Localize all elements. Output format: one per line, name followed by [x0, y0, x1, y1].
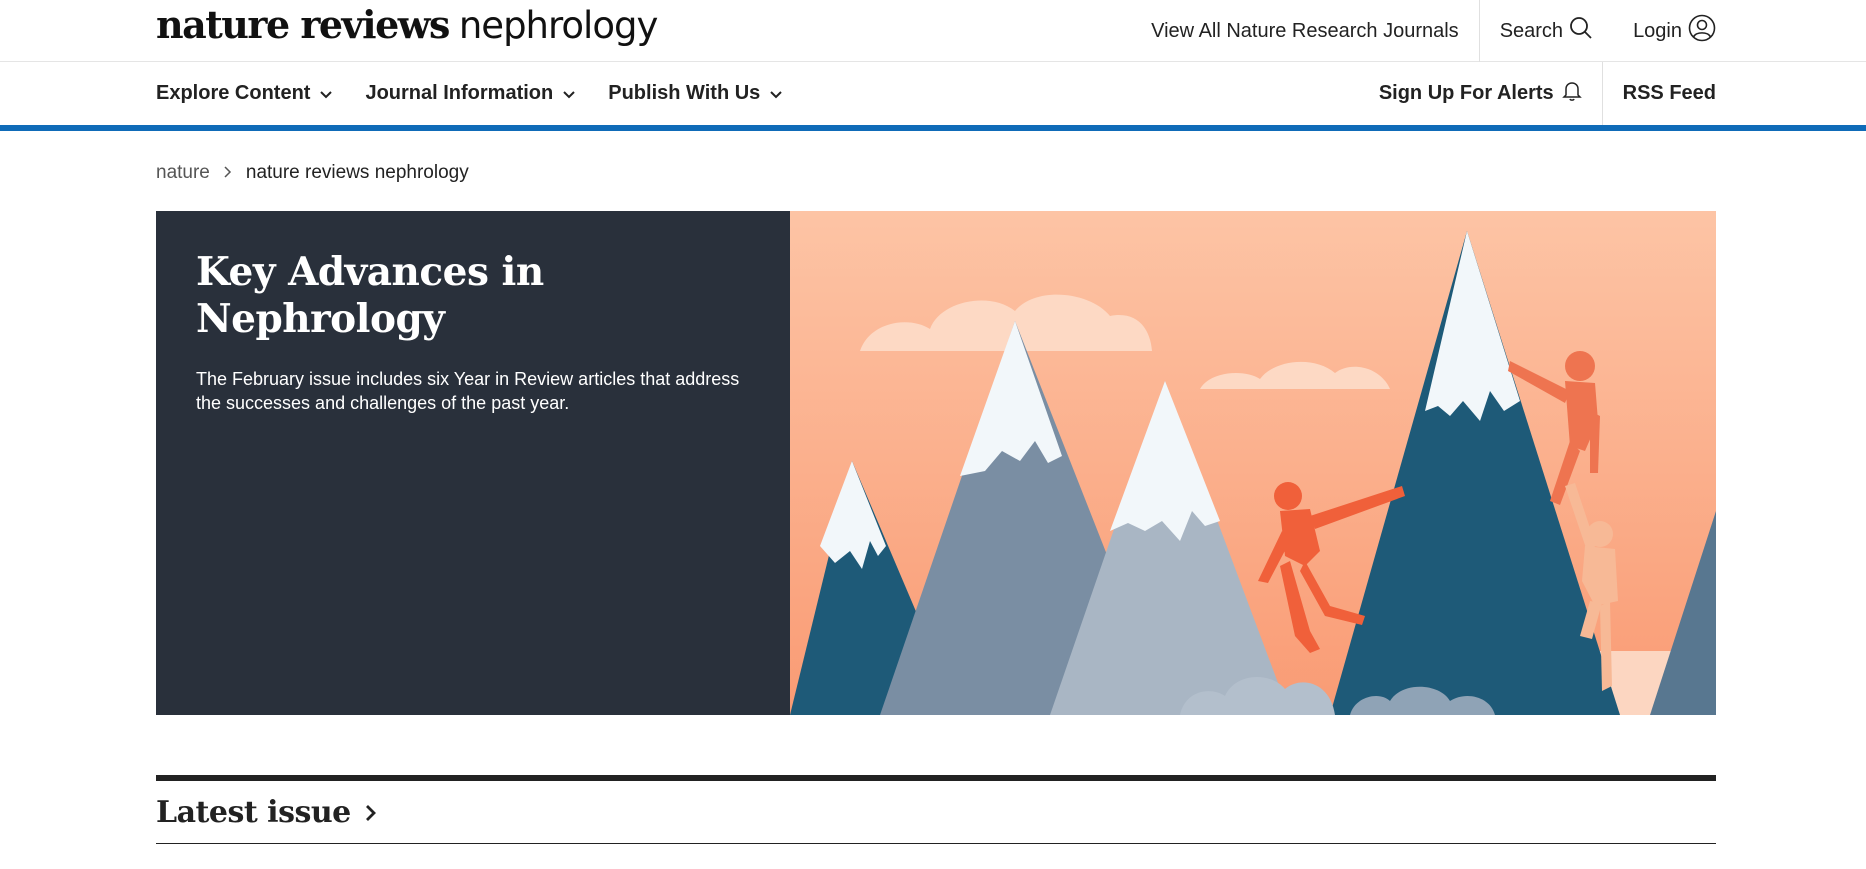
chevron-right-icon	[224, 162, 232, 184]
hero-description: The February issue includes six Year in …	[196, 368, 740, 413]
chevron-down-icon	[770, 82, 783, 105]
top-links: View All Nature Research Journals Search…	[1131, 0, 1716, 62]
nav-actions: Sign Up For Alerts RSS Feed	[1379, 62, 1716, 125]
search-label: Search	[1499, 19, 1564, 42]
logo-bold-text: nature reviews	[156, 2, 450, 47]
latest-issue-link[interactable]: Latest issue	[156, 795, 1716, 830]
nav-item-label: Journal Information	[365, 82, 554, 104]
login-label: Login	[1633, 19, 1682, 42]
latest-issue-section: Latest issue	[156, 775, 1716, 844]
breadcrumb-root-link[interactable]: nature	[156, 162, 210, 184]
latest-issue-label: Latest issue	[156, 795, 351, 830]
nav-item-label: Explore Content	[156, 82, 311, 104]
logo-light-text: nephrology	[458, 4, 658, 47]
chevron-right-icon	[365, 795, 377, 830]
search-icon	[1569, 16, 1593, 46]
mountains-illustration	[790, 211, 1716, 715]
hero-banner[interactable]: Key Advances in Nephrology The February …	[156, 211, 1716, 715]
alerts-label: Sign Up For Alerts	[1378, 82, 1554, 104]
nav-menu: Explore Content Journal Information Publ…	[156, 62, 783, 125]
view-all-journals-link[interactable]: View All Nature Research Journals	[1131, 0, 1480, 62]
hero-title[interactable]: Key Advances in Nephrology	[196, 249, 750, 343]
bell-icon	[1561, 80, 1582, 108]
main-nav: Explore Content Journal Information Publ…	[0, 62, 1866, 131]
nav-journal-information[interactable]: Journal Information	[365, 82, 575, 105]
chevron-down-icon	[563, 82, 575, 105]
user-icon	[1688, 14, 1716, 48]
search-button[interactable]: Search	[1480, 0, 1613, 62]
chevron-down-icon	[320, 82, 333, 105]
nav-item-label: Publish With Us	[608, 82, 761, 104]
breadcrumb-current: nature reviews nephrology	[245, 162, 469, 183]
breadcrumb: nature nature reviews nephrology	[156, 162, 469, 184]
top-header: nature reviews nephrology View All Natur…	[0, 0, 1866, 62]
login-button[interactable]: Login	[1613, 0, 1716, 62]
hero-illustration	[790, 211, 1716, 715]
nav-publish-with-us[interactable]: Publish With Us	[608, 82, 783, 105]
site-logo[interactable]: nature reviews nephrology	[156, 2, 658, 52]
hero-text-panel: Key Advances in Nephrology The February …	[156, 211, 790, 715]
rss-feed-link[interactable]: RSS Feed	[1603, 82, 1716, 105]
sign-up-alerts-link[interactable]: Sign Up For Alerts	[1379, 62, 1603, 125]
nav-explore-content[interactable]: Explore Content	[156, 82, 333, 105]
